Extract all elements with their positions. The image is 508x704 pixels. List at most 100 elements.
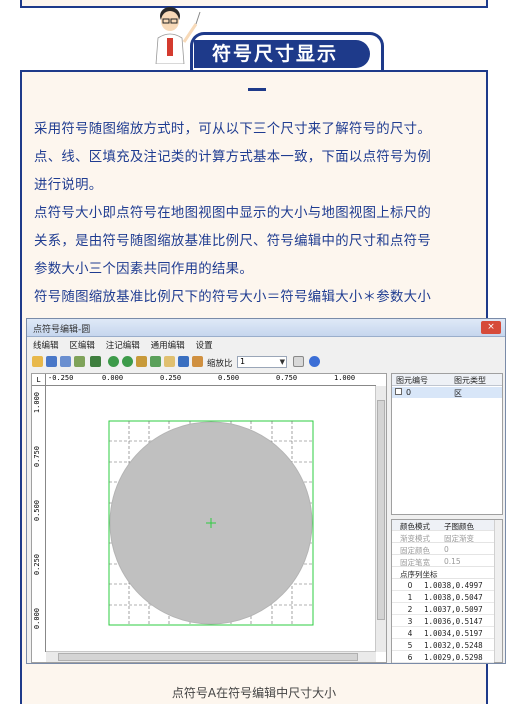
ruler-tick-label: 0.500 [218,374,240,382]
paragraph-line: 关系，是由符号随图缩放基准比例尺、符号编辑中的尺寸和点符号 [34,234,432,249]
figure-caption: 点符号A在符号编辑中尺寸大小 [171,686,337,700]
column-header-element-type: 图元类型 [454,376,486,385]
menu-bar: 线编辑 区编辑 注记编辑 通用编辑 设置 [27,339,505,353]
brush-icon[interactable] [136,356,147,367]
paragraph-line: 点、线、区填充及注记类的计算方式基本一致，下面以点符号为例 [34,150,432,165]
coord-index: 1 [407,593,413,602]
horizontal-ruler: -0.250 0.000 0.250 0.500 0.750 1.000 [46,374,376,386]
menu-settings[interactable]: 设置 [196,339,213,353]
ruler-tick-label: 0.750 [276,374,298,382]
image-icon[interactable] [74,356,85,367]
paragraph-line: 符号随图缩放基准比例尺下的符号大小＝符号编辑大小＊参数大小 [34,290,432,305]
pan-hand-icon[interactable] [164,356,175,367]
redo-icon[interactable] [122,356,133,367]
element-id: 0 [406,388,412,397]
coord-value: 1.0034,0.5197 [424,629,483,638]
zoom-label: 缩放比 [207,359,233,369]
coord-value: 1.0029,0.5298 [424,653,483,662]
color-picker-icon[interactable] [309,356,320,367]
ruler-tick-label: 1.000 [334,374,356,382]
property-row[interactable]: 固定笔宽 0.15 [392,556,502,567]
coord-index: 4 [407,629,413,638]
property-value: 固定渐变 [444,534,474,543]
close-button[interactable]: × [481,321,501,334]
section-title: 符号尺寸显示 [212,43,339,65]
section-header: 符号尺寸显示 [0,12,508,74]
paragraph-line: 进行说明。 [34,178,103,193]
coord-row[interactable]: 4 1.0034,0.5197 [392,628,494,639]
coord-value: 1.0036,0.5147 [424,617,483,626]
undo-icon[interactable] [108,356,119,367]
property-value: 子图颜色 [444,522,474,531]
coord-value: 1.0038,0.4997 [424,581,483,590]
open-folder-icon[interactable] [32,356,43,367]
export-icon[interactable] [90,356,101,367]
ruler-tick-label: 0.250 [160,374,182,382]
previous-section-box [20,0,488,8]
save-as-icon[interactable] [60,356,71,367]
save-icon[interactable] [46,356,57,367]
coord-index: 3 [407,617,413,626]
coord-index: 5 [407,641,413,650]
coord-row[interactable]: 0 1.0038,0.4997 [392,580,494,591]
ruler-tick-label: 0.500 [33,500,41,522]
property-panel: 颜色模式 子图颜色 渐变模式 固定渐变 固定颜色 0 固定笔宽 0.15 点序列… [391,519,503,663]
canvas-vertical-scrollbar[interactable] [375,386,386,652]
line-style-icon[interactable] [293,356,304,367]
coord-value: 1.0038,0.5047 [424,593,483,602]
symbol-drawing-area[interactable] [47,387,376,652]
zoom-window-icon[interactable] [178,356,189,367]
scroll-thumb[interactable] [377,400,385,620]
vertical-ruler: 1.000 0.750 0.500 0.250 0.000 [32,386,46,652]
property-value: 0 [444,545,449,554]
ruler-tick-label: 0.250 [33,554,41,576]
menu-area-edit[interactable]: 区编辑 [69,339,95,353]
coord-index: 0 [407,581,413,590]
chevron-down-icon: ▼ [279,358,285,366]
coord-list-title-row[interactable]: 点序列坐标 [392,568,502,579]
coord-index: 6 [407,653,413,662]
property-row[interactable]: 固定颜色 0 [392,544,502,555]
property-key: 固定颜色 [400,546,430,555]
property-key: 固定笔宽 [400,558,430,567]
zoom-ratio-select[interactable]: 1 ▼ [237,356,287,368]
toolbar: 缩放比 1 ▼ [27,354,505,370]
grid-icon[interactable] [150,356,161,367]
canvas-horizontal-scrollbar[interactable] [46,651,376,662]
symbol-editor-window: 点符号编辑-圆 × 线编辑 区编辑 注记编辑 通用编辑 设置 缩放比 1 ▼ L… [26,318,506,664]
property-panel-scrollbar[interactable] [494,520,502,662]
ruler-tick-label: 0.000 [33,608,41,630]
window-titlebar: 点符号编辑-圆 × [27,319,505,337]
coord-value: 1.0032,0.5248 [424,641,483,650]
ruler-corner: L [32,374,46,386]
element-list-header: 图元编号 图元类型 [392,374,502,386]
element-row[interactable]: 0 区 [392,387,502,398]
coord-row[interactable]: 2 1.0037,0.5097 [392,604,494,615]
element-checkbox[interactable] [395,388,402,395]
property-row[interactable]: 渐变模式 固定渐变 [392,532,502,543]
scroll-thumb[interactable] [58,653,358,661]
zoom-ratio-value: 1 [240,357,246,366]
menu-general-edit[interactable]: 通用编辑 [151,339,185,353]
coord-value: 1.0037,0.5097 [424,605,483,614]
property-row-color-mode[interactable]: 颜色模式 子图颜色 [392,520,502,531]
ruler-tick-label: 1.000 [33,392,41,414]
coord-row[interactable]: 5 1.0032,0.5248 [392,640,494,651]
element-type: 区 [454,389,462,398]
paragraph-line: 点符号大小即点符号在地图视图中显示的大小与地图视图上标尺的 [34,206,432,221]
coord-row[interactable]: 3 1.0036,0.5147 [392,616,494,627]
menu-annotation-edit[interactable]: 注记编辑 [106,339,140,353]
coord-row[interactable]: 6 1.0029,0.5298 [392,652,494,663]
coord-row[interactable]: 1 1.0038,0.5047 [392,592,494,603]
property-key: 渐变模式 [400,534,430,543]
menu-line-edit[interactable]: 线编辑 [33,339,59,353]
property-key: 颜色模式 [400,522,430,531]
paragraph-line: 采用符号随图缩放方式时，可从以下三个尺寸来了解符号的尺寸。 [34,122,432,137]
drawing-canvas-frame: L -0.250 0.000 0.250 0.500 0.750 1.000 1… [31,373,387,663]
divider-dash [248,88,266,91]
column-header-element-id: 图元编号 [396,376,428,385]
magic-wand-icon[interactable] [192,356,203,367]
ruler-tick-label: 0.750 [33,446,41,468]
teacher-illustration [155,7,201,64]
coord-list-title: 点序列坐标 [400,570,438,579]
